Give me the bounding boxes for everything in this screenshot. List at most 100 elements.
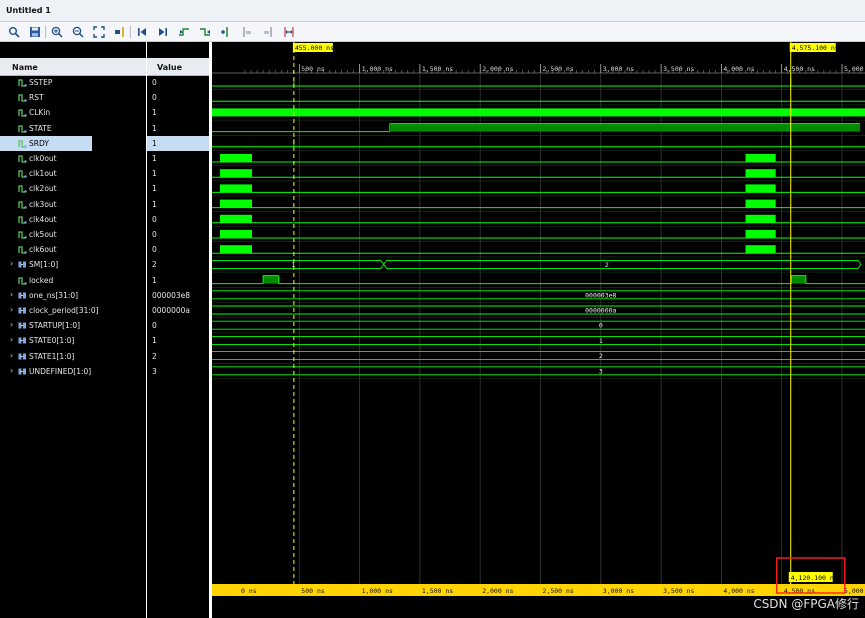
- signal-name: STARTUP[1:0]: [29, 321, 81, 331]
- signal-row[interactable]: › one_ns[31:0]: [0, 288, 147, 303]
- signal-row[interactable]: CLKin: [0, 105, 147, 120]
- zoom-fit-icon[interactable]: [91, 24, 107, 40]
- next-marker-icon[interactable]: [260, 24, 276, 40]
- signal-row[interactable]: › SM[1:0]: [0, 257, 147, 272]
- wave-block: [745, 230, 776, 238]
- waveform-canvas[interactable]: 500 ns 1,000 ns 1,500 ns 2,000 ns 2,500 ns 3,…: [212, 42, 865, 618]
- bus-segment: [212, 351, 865, 361]
- next-transition-icon[interactable]: [197, 24, 213, 40]
- signal-row[interactable]: clk4out: [0, 212, 147, 227]
- signal-value: 2: [147, 257, 209, 272]
- signal-row[interactable]: SRDY: [0, 135, 92, 151]
- signal-value: 0: [147, 318, 209, 333]
- bus-segment: [383, 259, 862, 269]
- signal-value: 0: [147, 242, 209, 257]
- signal-row[interactable]: STATE: [0, 121, 147, 136]
- bus-signal-icon: [18, 292, 26, 299]
- search-icon[interactable]: [6, 24, 22, 40]
- signal-value: 1: [147, 273, 209, 288]
- signal-row[interactable]: › UNDEFINED[1:0]: [0, 364, 147, 379]
- signal-row[interactable]: locked: [0, 273, 147, 288]
- signal-row[interactable]: SSTEP: [0, 75, 147, 90]
- chevron-right-icon[interactable]: ›: [10, 366, 13, 375]
- signal-value: 1: [147, 121, 209, 136]
- wave-block: [220, 245, 252, 254]
- bottom-tick-label: 1,500 ns: [422, 587, 453, 595]
- signal-name: SRDY: [29, 138, 49, 148]
- wave-block: [220, 169, 252, 178]
- go-to-end-icon[interactable]: [155, 24, 171, 40]
- chevron-right-icon[interactable]: ›: [10, 290, 13, 299]
- signal-row[interactable]: RST: [0, 90, 147, 105]
- signal-value: 1: [147, 197, 209, 212]
- bottom-tick-label: 4,500 ns: [784, 587, 815, 595]
- signal-name: RST: [29, 93, 44, 103]
- wave-block: [389, 123, 860, 132]
- signal-row[interactable]: clk3out: [0, 197, 147, 212]
- swap-cursors-icon[interactable]: [281, 24, 297, 40]
- previous-marker-icon[interactable]: [239, 24, 255, 40]
- signal-row[interactable]: › STATE0[1:0]: [0, 333, 147, 348]
- zoom-in-icon[interactable]: [49, 24, 65, 40]
- signal-row[interactable]: clk0out: [0, 151, 147, 166]
- chevron-right-icon[interactable]: ›: [10, 259, 13, 268]
- bit-signal-icon: [18, 170, 27, 178]
- top-tick-label: 3,500 ns: [663, 65, 694, 73]
- signal-value: 3: [147, 364, 209, 379]
- wave-block: [220, 214, 252, 223]
- signal-row[interactable]: clk1out: [0, 166, 147, 181]
- wave-block: [745, 245, 776, 254]
- signal-row[interactable]: clk2out: [0, 181, 147, 196]
- bit-signal-icon: [18, 216, 27, 224]
- bit-signal-icon: [18, 231, 27, 239]
- top-tick-label: 1,500 ns: [422, 65, 453, 73]
- zoom-out-icon[interactable]: [70, 24, 86, 40]
- go-to-start-icon[interactable]: [134, 24, 150, 40]
- value-column-header[interactable]: Value: [147, 58, 209, 76]
- signal-value: 0: [147, 227, 209, 242]
- chevron-right-icon[interactable]: ›: [10, 320, 13, 329]
- signal-name: STATE0[1:0]: [29, 336, 75, 346]
- add-marker-icon[interactable]: [218, 24, 234, 40]
- bit-signal-icon: [18, 276, 27, 285]
- top-tick-label: 500 ns: [301, 65, 325, 73]
- chevron-right-icon[interactable]: ›: [10, 351, 13, 360]
- previous-transition-icon[interactable]: [176, 24, 192, 40]
- signal-name: clk0out: [29, 154, 57, 163]
- signal-value: 1: [147, 151, 209, 166]
- bottom-tick-label: 2,500 ns: [543, 587, 574, 595]
- signal-value: 1: [147, 166, 209, 181]
- signal-name: clock_period[31:0]: [29, 306, 99, 315]
- signal-name: STATE1[1:0]: [29, 351, 75, 361]
- name-column-header[interactable]: Name: [0, 58, 147, 76]
- chevron-right-icon[interactable]: ›: [10, 305, 13, 314]
- bus-segment: [212, 259, 385, 269]
- chevron-right-icon[interactable]: ›: [10, 335, 13, 344]
- signal-value: 0: [147, 212, 209, 227]
- signal-value-text: 000003e8: [152, 290, 191, 300]
- signal-name: clk6out: [29, 245, 57, 255]
- signal-row[interactable]: › STARTUP[1:0]: [0, 318, 147, 333]
- signal-value-text: 1: [152, 169, 157, 179]
- cursor-b-label: 4,575.100 ns: [792, 44, 839, 52]
- window-titlebar: Untitled 1: [0, 0, 865, 22]
- waveform-toolbar: [0, 22, 865, 42]
- signal-value-text: 1: [152, 275, 157, 285]
- wave-block: [791, 275, 806, 284]
- signal-name: clk3out: [29, 199, 57, 209]
- bit-signal-icon: [18, 185, 27, 194]
- bottom-tick-label: 2,000 ns: [482, 587, 513, 595]
- signal-row[interactable]: › clock_period[31:0]: [0, 303, 147, 318]
- top-tick-label: 2,000 ns: [482, 65, 513, 73]
- bottom-tick-label: 1,000 ns: [362, 587, 393, 595]
- top-tick-label: 2,500 ns: [543, 65, 574, 73]
- signal-row[interactable]: clk6out: [0, 242, 147, 257]
- top-tick-label: 1,000 ns: [362, 65, 393, 73]
- signal-name: clk5out: [29, 230, 57, 239]
- signal-row[interactable]: clk5out: [0, 227, 147, 242]
- signal-row[interactable]: › STATE1[1:0]: [0, 349, 147, 364]
- save-icon[interactable]: [27, 24, 43, 40]
- go-to-cursor-icon[interactable]: [112, 24, 128, 40]
- signal-name: UNDEFINED[1:0]: [29, 366, 92, 376]
- bus-segment: [212, 366, 865, 376]
